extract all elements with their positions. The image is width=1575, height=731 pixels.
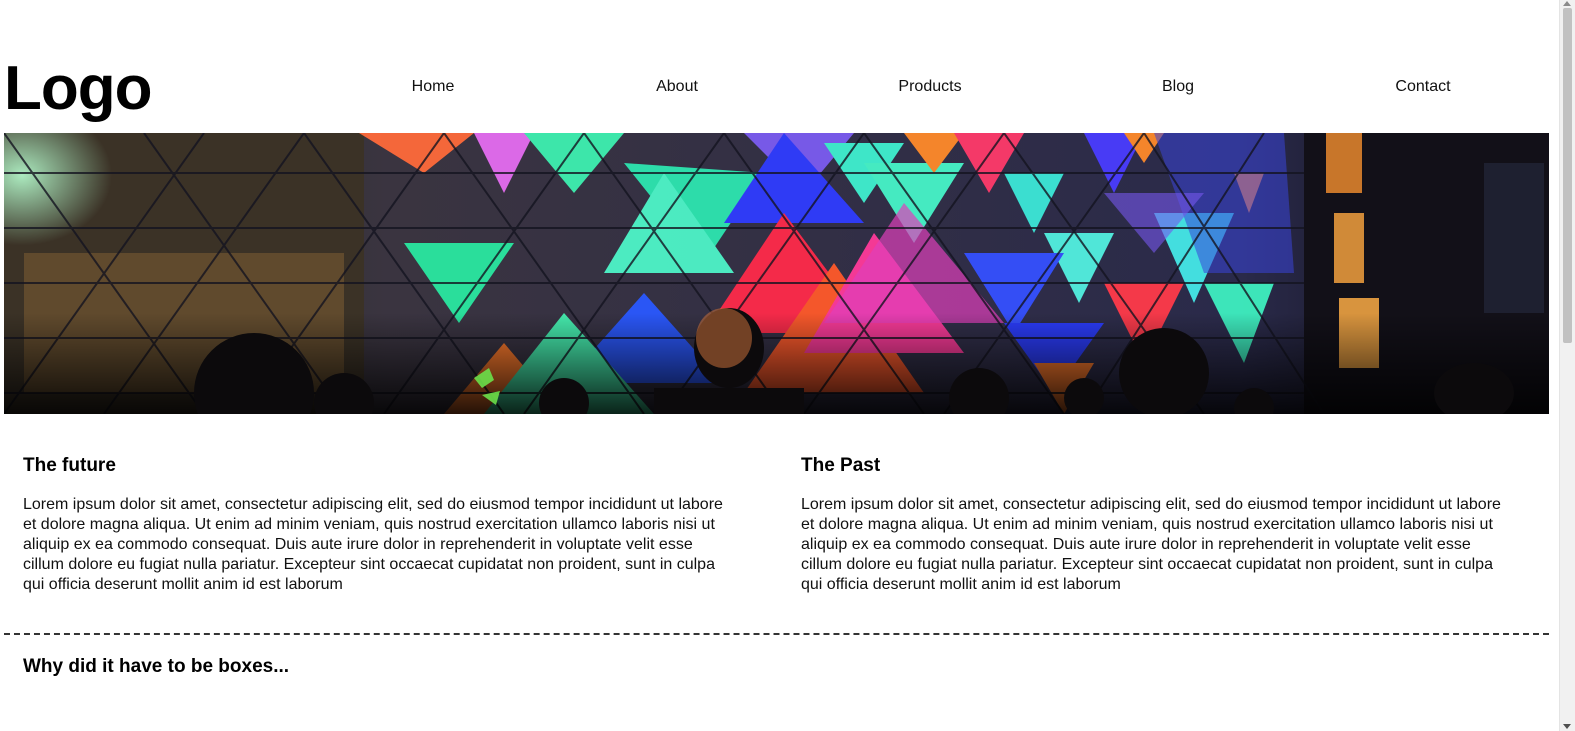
nav-products[interactable]: Products xyxy=(898,77,961,97)
main-nav: Home About Products Blog Contact xyxy=(0,77,1553,99)
vertical-scrollbar[interactable] xyxy=(1559,0,1575,731)
nav-contact[interactable]: Contact xyxy=(1395,77,1450,97)
past-title: The Past xyxy=(801,455,881,476)
past-body: Lorem ipsum dolor sit amet, consectetur … xyxy=(801,496,1501,593)
past-column: The Past Lorem ipsum dolor sit amet, con… xyxy=(801,454,1521,595)
nav-blog[interactable]: Blog xyxy=(1162,77,1194,97)
future-column: The future Lorem ipsum dolor sit amet, c… xyxy=(23,454,743,595)
section-divider xyxy=(4,633,1549,635)
future-title: The future xyxy=(23,455,116,476)
future-body: Lorem ipsum dolor sit amet, consectetur … xyxy=(23,496,723,593)
nav-about[interactable]: About xyxy=(656,77,698,97)
hero-image xyxy=(4,133,1549,414)
site-header: Logo Home About Products Blog Contact xyxy=(0,0,1553,133)
scroll-thumb[interactable] xyxy=(1563,8,1572,343)
nav-home[interactable]: Home xyxy=(412,77,455,97)
scroll-up-arrow-icon[interactable] xyxy=(1563,1,1571,6)
boxes-section-title: Why did it have to be boxes... xyxy=(23,656,290,677)
scroll-down-arrow-icon[interactable] xyxy=(1563,724,1571,729)
page: Logo Home About Products Blog Contact Th… xyxy=(0,0,1558,731)
